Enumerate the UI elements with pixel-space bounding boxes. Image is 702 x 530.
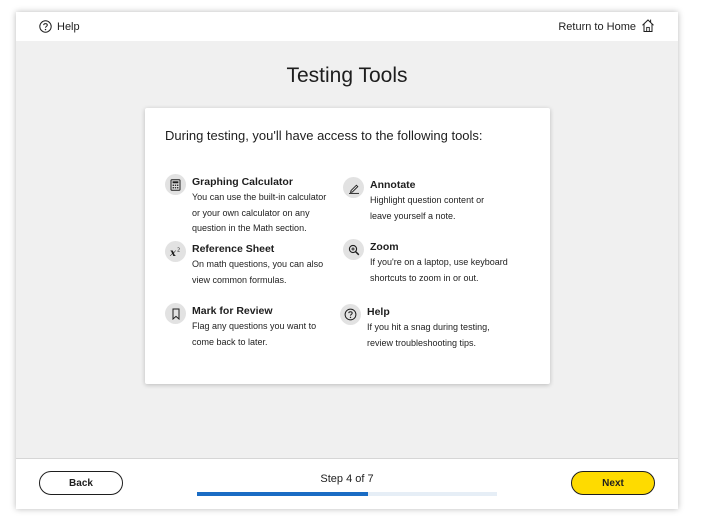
next-button[interactable]: Next [571, 471, 655, 495]
tool-zoom: Zoom If you're on a laptop, use keyboard… [343, 239, 508, 286]
help-link[interactable]: Help [39, 19, 80, 34]
bookmark-icon [165, 303, 186, 324]
card-heading: During testing, you'll have access to th… [165, 128, 483, 143]
zoom-in-icon [343, 239, 364, 260]
progress-fill [197, 492, 369, 496]
tool-mark-for-review: Mark for Review Flag any questions you w… [165, 303, 317, 350]
page-title: Testing Tools [286, 64, 408, 87]
calculator-icon [165, 174, 186, 195]
app-frame: Help Return to Home Testing Tools During… [16, 12, 678, 509]
annotate-pen-icon [343, 177, 364, 198]
help-label: Help [57, 20, 80, 33]
tool-description: You can use the built-in calculator or y… [192, 192, 327, 233]
tool-name: Zoom [370, 241, 399, 253]
tool-annotate: Annotate Highlight question content or l… [343, 177, 485, 224]
svg-text:x: x [169, 248, 177, 258]
tool-description: On math questions, you can also view com… [192, 259, 324, 285]
tool-name: Mark for Review [192, 305, 273, 317]
tool-name: Annotate [370, 179, 416, 191]
tool-description: Flag any questions you want to come back… [192, 321, 317, 347]
tool-name: Reference Sheet [192, 243, 275, 255]
tool-description: If you hit a snag during testing, review… [367, 322, 490, 348]
tools-card: During testing, you'll have access to th… [145, 108, 550, 384]
tool-description: Highlight question content or leave your… [370, 195, 485, 221]
formula-icon: x 2 [165, 241, 186, 262]
return-home-label: Return to Home [558, 20, 636, 33]
tool-name: Graphing Calculator [192, 176, 293, 188]
tool-help: Help If you hit a snag during testing, r… [340, 304, 490, 351]
top-bar: Help Return to Home [16, 12, 678, 41]
tool-name: Help [367, 306, 390, 318]
tool-description: If you're on a laptop, use keyboard shor… [370, 257, 508, 283]
return-home-link[interactable]: Return to Home [558, 18, 655, 35]
help-circle-icon [39, 20, 52, 33]
home-icon [641, 18, 655, 36]
progress-bar [197, 492, 497, 496]
tool-graphing-calculator: Graphing Calculator You can use the buil… [165, 174, 327, 237]
bottom-bar: Back Step 4 of 7 Next [16, 458, 678, 509]
help-circle-icon [340, 304, 361, 325]
tool-reference-sheet: x 2 Reference Sheet On math questions, y… [165, 241, 324, 288]
svg-text:2: 2 [177, 247, 180, 253]
